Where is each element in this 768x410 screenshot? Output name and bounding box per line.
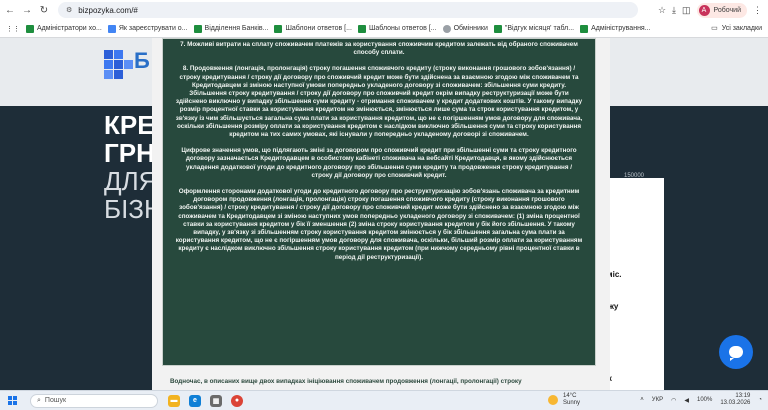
search-icon: ⌕ [37,396,41,404]
sun-icon [548,395,558,405]
folder-icon: ▭ [711,25,718,32]
clock[interactable]: 13:19 13.03.2026 [720,393,750,407]
chat-icon [729,346,743,361]
terms-modal: 7. Можливі витрати на сплату споживачем … [152,38,610,390]
windows-taskbar: ⌕ Пошук ▬ e ▦ ● 14°C Sunny ˄ УКР ◠ ◀ 100… [0,390,768,410]
wifi-icon[interactable]: ◠ [671,397,676,404]
weather-widget[interactable]: 14°C Sunny [548,393,580,407]
address-bar[interactable]: ⚙ bizpozyka.com/# [58,2,638,18]
clock-date: 13.03.2026 [720,400,751,406]
terms-paragraph-7: 7. Можливі витрати на сплату споживачем … [180,41,578,57]
sheets-icon [274,24,283,33]
file-explorer-icon[interactable]: ▬ [168,394,180,407]
terms-content-box[interactable]: 7. Можливі витрати на сплату споживачем … [162,38,596,366]
toolbar-right: ☆ ⤓ ◫ A Робочий ⋮ [658,2,762,18]
hero-title-line-3: ДЛЯ [104,166,158,196]
bookmark-6[interactable]: "Відгук місяця' табл... [493,24,574,33]
globe-icon [442,24,451,33]
edge-icon[interactable]: e [189,394,201,407]
browser-toolbar: ← → ↻ ⚙ bizpozyka.com/# ☆ ⤓ ◫ A Робочий … [0,0,768,20]
language-indicator[interactable]: УКР [652,397,663,403]
forward-icon[interactable]: → [20,3,34,17]
store-icon[interactable]: ▦ [210,394,222,407]
sheets-icon [493,24,502,33]
sheets-icon [580,24,589,33]
volume-icon[interactable]: ◀ [684,397,689,404]
bookmark-7[interactable]: Адміністрування... [580,24,651,33]
notification-bell-icon[interactable]: ◔ [758,397,762,403]
terms-paragraph-digital: Цифрове значення умов, що підлягають змі… [181,147,577,179]
bookmark-4[interactable]: Шаблоны ответов [... [357,24,437,33]
doc-icon [107,24,116,33]
hero-title-line-2: ГРН [104,138,155,168]
apps-grid-icon[interactable]: ⋮⋮ [6,25,20,33]
bookmark-2[interactable]: Відділення Банків... [193,24,268,33]
windows-start-icon[interactable] [8,395,18,406]
back-icon[interactable]: ← [3,3,17,17]
bookmark-5[interactable]: Обмінники [442,24,488,33]
url-text: bizpozyka.com/# [78,5,138,15]
bookmark-0[interactable]: Адміністратори хо... [26,24,102,33]
site-logo[interactable]: Б [104,48,154,79]
logo-text: Б [134,48,150,73]
battery-level[interactable]: 100% [697,397,712,403]
terms-paragraph-8: 8. Продовження (лонгація, пролонгація) с… [175,65,583,139]
terms-text: 7. Можливі витрати на сплату споживачем … [163,41,595,262]
profile-label: Робочий [713,6,741,14]
reload-icon[interactable]: ↻ [37,3,51,17]
star-icon[interactable]: ☆ [658,5,666,16]
extensions-icon[interactable]: ◫ [682,5,691,16]
avatar: A [698,4,710,16]
all-bookmarks[interactable]: ▭ Усі закладки [711,24,762,33]
sheets-icon [357,24,366,33]
weather-temp: 14°C [563,393,577,399]
taskbar-search[interactable]: ⌕ Пошук [30,393,158,408]
terms-paragraph-restructuring: Оформлення сторонами додаткової угоди до… [175,188,583,261]
clock-time: 13:19 [735,393,751,399]
menu-icon[interactable]: ⋮ [753,5,762,16]
taskbar-apps: ▬ e ▦ ● [168,394,243,407]
site-info-icon[interactable]: ⚙ [66,6,72,14]
sheets-icon [26,24,34,33]
weather-desc: Sunny [563,400,581,406]
sheets-icon [193,24,202,33]
bookmarks-bar: ⋮⋮ Адміністратори хо... Як зареєструвати… [0,20,768,38]
download-icon[interactable]: ⤓ [672,5,676,16]
bookmark-1[interactable]: Як зареєструвати о... [107,24,188,33]
chevron-up-icon[interactable]: ˄ [640,397,644,403]
bookmark-3[interactable]: Шаблони ответов [... [274,24,352,33]
terms-continuation-line: Водночас, в описаних вище двох випадках … [170,378,522,385]
chat-button[interactable] [719,335,753,369]
chrome-icon[interactable]: ● [231,394,243,407]
system-tray: ˄ УКР ◠ ◀ 100% 13:19 13.03.2026 ◔ [640,393,762,407]
profile-button[interactable]: A Робочий [696,2,747,18]
